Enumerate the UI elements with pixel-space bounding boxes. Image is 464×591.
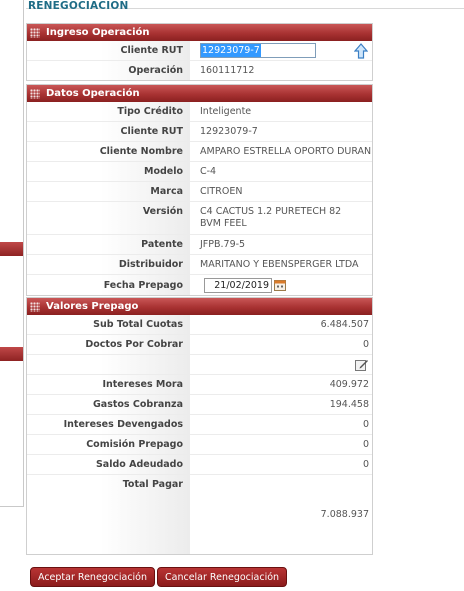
grip-icon [30, 88, 40, 99]
field-label: Cliente Nombre [27, 142, 190, 161]
field-label: Intereses Devengados [27, 415, 190, 434]
field-label: Intereses Mora [27, 375, 190, 394]
field-label: Doctos Por Cobrar [27, 335, 190, 354]
calendar-icon[interactable] [274, 279, 286, 291]
panel-header: Datos Operación [27, 85, 372, 102]
field-value: C-4 [200, 166, 217, 177]
cancelar-renegociacion-button[interactable]: Cancelar Renegociación [157, 567, 288, 587]
intereses-devengados-row: Intereses Devengados 0 [27, 415, 372, 435]
panel-title: Datos Operación [46, 88, 140, 99]
edit-icon[interactable] [355, 358, 369, 372]
field-label: Modelo [27, 162, 190, 181]
page-title: RENEGOCIACION [28, 0, 129, 12]
grip-icon [30, 27, 40, 38]
field-value: CITROEN [200, 186, 243, 197]
saldo-adeudado-row: Saldo Adeudado 0 [27, 455, 372, 475]
field-value: 0 [362, 459, 369, 470]
cliente-rut-input[interactable]: 12923079-7 [200, 43, 316, 58]
grip-icon [30, 301, 40, 312]
gastos-cobranza-row: Gastos Cobranza 194.458 [27, 395, 372, 415]
field-label: Cliente RUT [27, 122, 190, 141]
comision-prepago-row: Comisión Prepago 0 [27, 435, 372, 455]
field-value: C4 CACTUS 1.2 PURETECH 82 BVM FEEL [200, 206, 342, 229]
fecha-prepago-input[interactable]: 21/02/2019 [204, 277, 272, 293]
field-label: Marca [27, 182, 190, 201]
field-value: Inteligente [200, 106, 252, 117]
field-label: Gastos Cobranza [27, 395, 190, 414]
edit-row [27, 355, 372, 375]
field-value: 0 [362, 339, 369, 350]
field-value: 6.484.507 [320, 319, 369, 330]
valores-prepago-panel: Valores Prepago Sub Total Cuotas 6.484.5… [26, 297, 373, 555]
tipo-credito-row: Tipo Crédito Inteligente [27, 102, 372, 122]
field-label: Cliente RUT [27, 41, 190, 60]
field-label: Tipo Crédito [27, 102, 190, 121]
field-value: 21/02/2019 [190, 275, 372, 295]
rut-input-text: 12923079-7 [201, 44, 261, 57]
field-value: JFPB.79-5 [200, 239, 246, 250]
left-collapsed-tab[interactable] [0, 347, 23, 361]
field-label: Saldo Adeudado [27, 455, 190, 474]
operacion-row: Operación 160111712 [27, 61, 372, 80]
field-value: 160111712 [200, 65, 255, 76]
intereses-mora-row: Intereses Mora 409.972 [27, 375, 372, 395]
fecha-prepago-row: Fecha Prepago 21/02/2019 [27, 275, 372, 295]
field-label: Sub Total Cuotas [27, 315, 190, 334]
left-collapsed-tab[interactable] [0, 242, 23, 256]
field-label: Patente [27, 235, 190, 254]
cliente-rut-row: Cliente RUT 12923079-7 [27, 122, 372, 142]
field-value [190, 355, 372, 374]
field-value: 0 [362, 439, 369, 450]
version-row: Versión C4 CACTUS 1.2 PURETECH 82 BVM FE… [27, 202, 372, 235]
field-label: Fecha Prepago [27, 275, 190, 295]
total-pagar-row: Total Pagar 7.088.937 [27, 475, 372, 554]
cliente-nombre-row: Cliente Nombre AMPARO ESTRELLA OPORTO DU… [27, 142, 372, 162]
marca-row: Marca CITROEN [27, 182, 372, 202]
distribuidor-row: Distribuidor MARITANO Y EBENSPERGER LTDA [27, 255, 372, 275]
field-label: Total Pagar [27, 475, 190, 554]
panel-header: Valores Prepago [27, 298, 372, 315]
sub-total-cuotas-row: Sub Total Cuotas 6.484.507 [27, 315, 372, 335]
field-value: 194.458 [329, 399, 369, 410]
field-label: Comisión Prepago [27, 435, 190, 454]
doctos-por-cobrar-row: Doctos Por Cobrar 0 [27, 335, 372, 355]
patente-row: Patente JFPB.79-5 [27, 235, 372, 255]
datos-operacion-panel: Datos Operación Tipo Crédito Inteligente… [26, 84, 373, 296]
arrow-up-icon[interactable] [353, 43, 369, 59]
panel-header: Ingreso Operación [27, 24, 372, 41]
field-label: Operación [27, 61, 190, 80]
field-label: Versión [27, 202, 190, 234]
field-value: 0 [362, 419, 369, 430]
panel-title: Ingreso Operación [46, 27, 150, 38]
field-label: Distribuidor [27, 255, 190, 274]
field-value: 7.088.937 [320, 509, 369, 520]
panel-title: Valores Prepago [46, 301, 139, 312]
field-value: 12923079-7 [200, 126, 258, 137]
field-label [27, 355, 190, 374]
field-value: AMPARO ESTRELLA OPORTO DURAN [200, 146, 372, 157]
aceptar-renegociacion-button[interactable]: Aceptar Renegociación [30, 567, 156, 587]
field-value: MARITANO Y EBENSPERGER LTDA [200, 259, 359, 270]
modelo-row: Modelo C-4 [27, 162, 372, 182]
field-value: 409.972 [329, 379, 369, 390]
